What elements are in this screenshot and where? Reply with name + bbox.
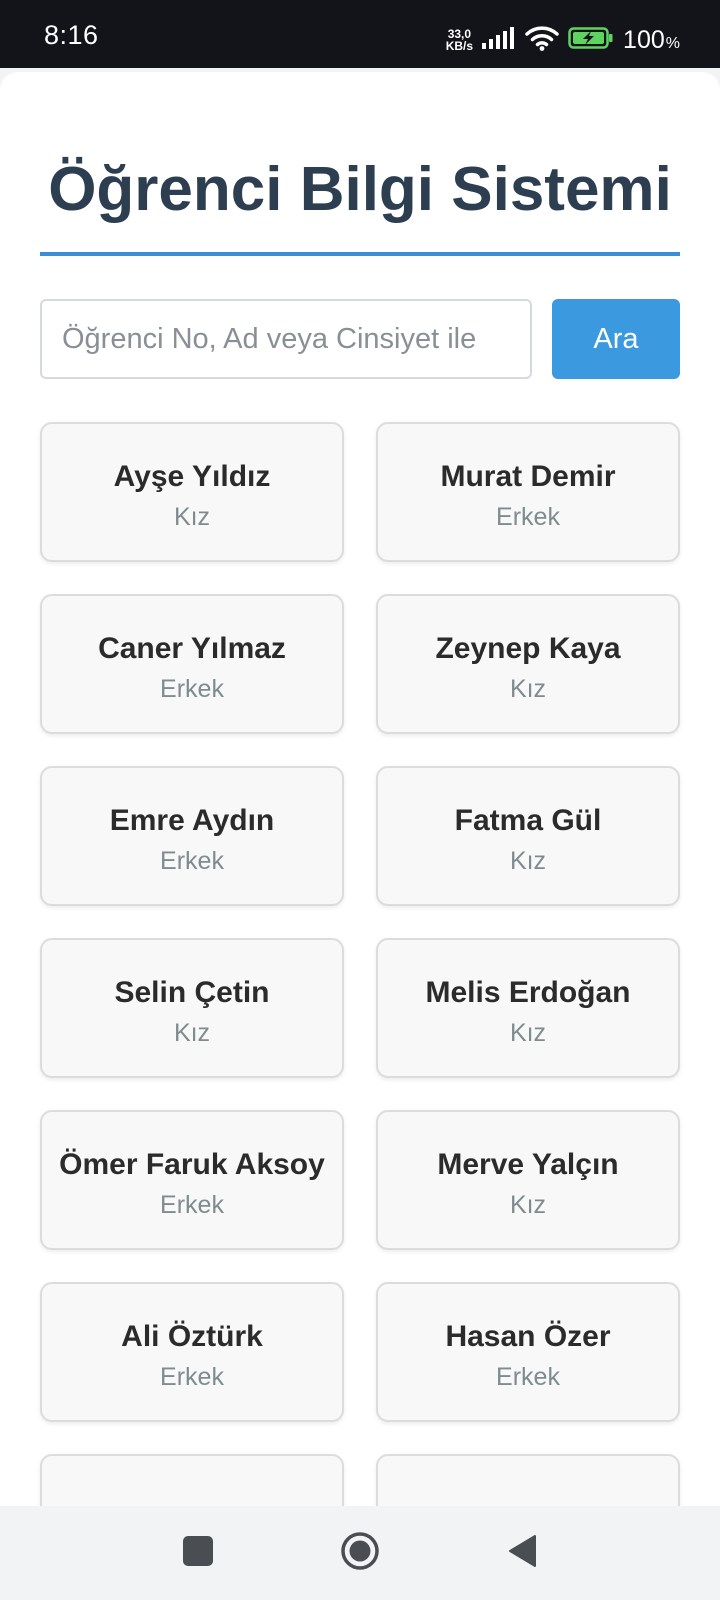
student-card[interactable]: Murat Demir Erkek	[376, 422, 680, 562]
student-gender: Kız	[509, 1191, 547, 1219]
student-name: Caner Yılmaz	[98, 632, 286, 665]
student-name: Ali Öztürk	[121, 1320, 263, 1353]
search-button[interactable]: Ara	[552, 299, 680, 379]
main-content: Öğrenci Bilgi Sistemi Ara Ayşe Yıldız Kı…	[0, 72, 720, 1506]
battery-level-unit: %	[665, 34, 680, 52]
student-name: Melis Erdoğan	[425, 976, 631, 1009]
student-name: Murat Demir	[440, 460, 616, 493]
student-gender: Kız	[509, 847, 547, 875]
status-time: 8:16	[44, 20, 99, 50]
student-gender: Kız	[509, 675, 547, 703]
back-button[interactable]	[482, 1506, 562, 1600]
student-card[interactable]: Merve Yalçın Kız	[376, 1110, 680, 1250]
student-gender: Erkek	[160, 1191, 224, 1219]
student-gender: Kız	[173, 503, 211, 531]
system-navigation-bar	[0, 1506, 720, 1600]
battery-charging-icon	[568, 26, 614, 55]
student-gender: Erkek	[160, 847, 224, 875]
student-card[interactable]: Ali Öztürk Erkek	[40, 1282, 344, 1422]
student-gender: Erkek	[160, 675, 224, 703]
status-indicators: 33,0 KB/s 100 %	[446, 20, 680, 60]
student-card[interactable]: Ömer Faruk Aksoy Erkek	[40, 1110, 344, 1250]
student-gender: Kız	[509, 1019, 547, 1047]
recent-apps-button[interactable]	[158, 1506, 238, 1600]
student-name: Ömer Faruk Aksoy	[59, 1148, 325, 1181]
student-gender: Erkek	[160, 1363, 224, 1391]
student-card[interactable]: Zeynep Kaya Kız	[376, 594, 680, 734]
student-gender: Erkek	[496, 503, 560, 531]
student-name: Emre Aydın	[109, 804, 275, 837]
student-gender: Kız	[173, 1019, 211, 1047]
student-name: Zeynep Kaya	[435, 632, 621, 665]
student-card[interactable]: Selin Çetin Kız	[40, 938, 344, 1078]
student-name: Merve Yalçın	[437, 1148, 619, 1181]
student-card[interactable]: Ayşe Yıldız Kız	[40, 422, 344, 562]
student-card[interactable]: Emre Aydın Erkek	[40, 766, 344, 906]
recent-apps-icon	[183, 1535, 213, 1571]
network-speed-unit: KB/s	[445, 39, 474, 53]
home-icon	[340, 1531, 380, 1576]
student-list: Ayşe Yıldız Kız Murat Demir Erkek Caner …	[40, 422, 681, 1506]
student-gender: Erkek	[496, 1363, 560, 1391]
student-card[interactable]: Caner Yılmaz Erkek	[40, 594, 344, 734]
student-card[interactable]	[40, 1454, 344, 1506]
student-name: Fatma Gül	[454, 804, 602, 837]
search-input[interactable]	[40, 299, 532, 379]
student-card[interactable]: Melis Erdoğan Kız	[376, 938, 680, 1078]
student-card[interactable]: Fatma Gül Kız	[376, 766, 680, 906]
back-icon	[507, 1534, 537, 1573]
page-title: Öğrenci Bilgi Sistemi	[48, 155, 672, 224]
title-divider	[40, 252, 680, 256]
student-name: Selin Çetin	[114, 976, 270, 1009]
network-speed: 33,0 KB/s	[446, 28, 473, 52]
battery-level: 100%	[623, 26, 680, 55]
student-name: Hasan Özer	[445, 1320, 611, 1353]
student-card[interactable]	[376, 1454, 680, 1506]
wifi-icon	[525, 25, 559, 56]
signal-icon	[482, 26, 516, 55]
status-bar: 8:16 33,0 KB/s 100 %	[0, 0, 720, 68]
battery-level-value: 100	[623, 25, 665, 54]
home-button[interactable]	[320, 1506, 400, 1600]
student-card[interactable]: Hasan Özer Erkek	[376, 1282, 680, 1422]
student-name: Ayşe Yıldız	[113, 460, 271, 493]
